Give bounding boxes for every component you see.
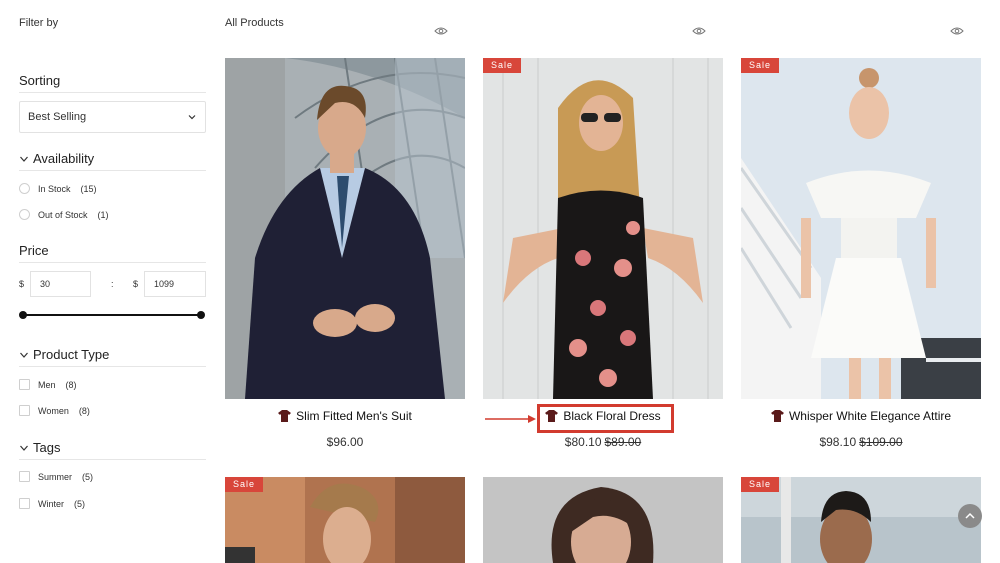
sale-badge: Sale (483, 58, 522, 73)
eye-icon (434, 27, 448, 35)
option-count: (8) (65, 379, 77, 390)
chevron-down-icon (20, 445, 28, 451)
price-min-input[interactable]: 30 (30, 271, 91, 297)
product-price: $98.10 $109.00 (741, 435, 981, 449)
scroll-to-top-button[interactable] (958, 504, 982, 528)
product-name[interactable]: Whisper White Elegance Attire (741, 409, 981, 423)
currency-symbol: $ (19, 279, 25, 289)
filter-women[interactable]: Women (8) (19, 405, 90, 416)
currency-symbol: $ (133, 279, 139, 289)
eye-icon (950, 27, 964, 35)
tags-heading[interactable]: Tags (19, 440, 206, 460)
price-max-input[interactable]: 1099 (144, 271, 206, 297)
price-separator: : (111, 279, 114, 289)
filter-men[interactable]: Men (8) (19, 379, 77, 390)
product-image[interactable] (483, 477, 723, 563)
chevron-down-icon (20, 352, 28, 358)
slider-max-handle[interactable] (197, 311, 205, 319)
product-image[interactable]: Sale (483, 58, 723, 399)
product-card[interactable] (483, 477, 723, 563)
tags-title: Tags (33, 440, 61, 455)
highlight-box (537, 404, 674, 433)
option-count: (8) (78, 405, 90, 416)
price-title: Price (19, 243, 49, 258)
option-count: (5) (74, 498, 86, 509)
current-price: $80.10 (564, 435, 602, 449)
sorting-title: Sorting (19, 73, 61, 88)
product-price: $80.10 $89.00 (483, 435, 723, 449)
sorting-heading: Sorting (19, 73, 206, 93)
tshirt-icon (278, 410, 292, 422)
option-label: Summer (38, 471, 73, 482)
tshirt-icon (770, 410, 784, 422)
product-type-heading[interactable]: Product Type (19, 347, 206, 367)
option-count: (15) (80, 183, 97, 194)
sale-badge: Sale (741, 58, 780, 73)
checkbox[interactable] (19, 498, 30, 509)
chevron-up-icon (965, 512, 975, 519)
filter-out-of-stock[interactable]: Out of Stock (1) (19, 209, 109, 220)
product-price: $96.00 (225, 435, 465, 449)
radio-button[interactable] (19, 183, 30, 194)
filter-summer[interactable]: Summer (5) (19, 471, 93, 482)
sort-selected-value: Best Selling (28, 111, 87, 123)
availability-heading[interactable]: Availability (19, 151, 206, 171)
price-heading: Price (19, 243, 206, 263)
eye-icon (692, 27, 706, 35)
filter-by-label: Filter by (19, 17, 59, 29)
quick-view-button[interactable] (944, 18, 970, 44)
option-count: (5) (82, 471, 94, 482)
chevron-down-icon (20, 156, 28, 162)
product-name-text[interactable]: Whisper White Elegance Attire (789, 409, 951, 423)
annotation-arrow (485, 415, 536, 423)
option-count: (1) (97, 209, 109, 220)
sort-select[interactable]: Best Selling (19, 101, 206, 133)
sale-badge: Sale (741, 477, 780, 492)
product-image[interactable]: Sale (741, 58, 981, 399)
checkbox[interactable] (19, 471, 30, 482)
checkbox[interactable] (19, 379, 30, 390)
product-card[interactable]: Sale (741, 477, 981, 563)
current-price: $98.10 (819, 435, 857, 449)
radio-button[interactable] (19, 209, 30, 220)
product-type-title: Product Type (33, 347, 110, 362)
price-range-inputs: $ 30 : $ 1099 (19, 271, 206, 297)
checkbox[interactable] (19, 405, 30, 416)
slider-min-handle[interactable] (19, 311, 27, 319)
availability-title: Availability (33, 151, 95, 166)
product-card[interactable]: Sale (225, 477, 465, 563)
original-price: $109.00 (859, 435, 903, 449)
filter-winter[interactable]: Winter (5) (19, 498, 85, 509)
original-price: $89.00 (604, 435, 642, 449)
option-label: Women (38, 405, 69, 416)
quick-view-button[interactable] (428, 18, 454, 44)
chevron-down-icon (188, 115, 196, 120)
product-name[interactable]: Slim Fitted Men's Suit (225, 409, 465, 423)
product-image[interactable]: Sale (225, 477, 465, 563)
product-name-text[interactable]: Slim Fitted Men's Suit (296, 409, 412, 423)
current-price: $96.00 (326, 435, 364, 449)
option-label: Out of Stock (38, 209, 88, 220)
slider-track (23, 314, 201, 316)
option-label: Men (38, 379, 56, 390)
sale-badge: Sale (225, 477, 264, 492)
price-range-slider[interactable] (19, 311, 205, 319)
product-image[interactable] (225, 58, 465, 399)
product-image[interactable]: Sale (741, 477, 981, 563)
option-label: In Stock (38, 183, 71, 194)
option-label: Winter (38, 498, 65, 509)
page-title: All Products (225, 17, 284, 29)
quick-view-button[interactable] (686, 18, 712, 44)
filter-in-stock[interactable]: In Stock (15) (19, 183, 97, 194)
